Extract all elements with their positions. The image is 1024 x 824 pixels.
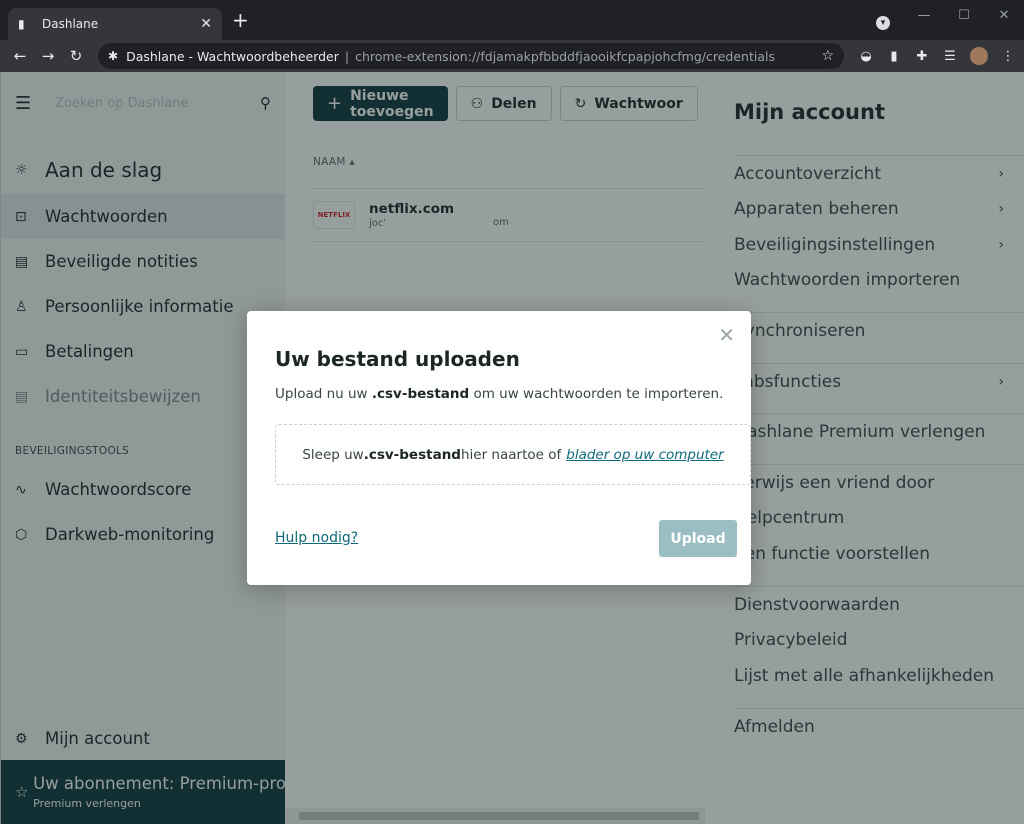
extension-icon: ✱ bbox=[108, 49, 119, 63]
puzzle-icon[interactable]: ✚ bbox=[908, 49, 936, 64]
profile-avatar[interactable] bbox=[970, 47, 988, 65]
file-dropzone[interactable]: Sleep uw .csv-bestand hier naartoe of bl… bbox=[275, 424, 751, 485]
menu-kebab-icon[interactable]: ⋮ bbox=[994, 49, 1022, 64]
extension-icons: ◒ ▮ ✚ ☰ ⋮ bbox=[852, 40, 1022, 72]
dialog-description: Upload nu uw .csv-bestand om uw wachtwoo… bbox=[275, 386, 724, 402]
url-text: chrome-extension://fdjamakpfbbddfjaooikf… bbox=[355, 48, 775, 64]
browse-computer-link[interactable]: blader op uw computer bbox=[566, 447, 723, 463]
browser-tab-bar: ▮ Dashlane ✕ + ▾ — ☐ ✕ bbox=[0, 0, 1024, 40]
back-icon[interactable]: ← bbox=[6, 47, 34, 65]
close-icon[interactable]: ✕ bbox=[718, 323, 735, 347]
forward-icon[interactable]: → bbox=[34, 47, 62, 65]
browser-toolbar: ← → ↻ ✱ Dashlane - Wachtwoordbeheerder |… bbox=[0, 40, 1024, 72]
page-title: Dashlane - Wachtwoordbeheerder bbox=[126, 48, 339, 64]
tab-search-icon[interactable]: ▾ bbox=[876, 16, 890, 30]
upload-file-dialog: ✕ Uw bestand uploaden Upload nu uw .csv-… bbox=[247, 311, 751, 585]
reload-icon[interactable]: ↻ bbox=[62, 47, 90, 65]
dashlane-extension-icon[interactable]: ▮ bbox=[880, 49, 908, 64]
upload-button[interactable]: Upload bbox=[659, 520, 737, 557]
close-tab-icon[interactable]: ✕ bbox=[200, 16, 212, 32]
dashlane-logo-icon: ▮ bbox=[18, 17, 25, 31]
window-close-icon[interactable]: ✕ bbox=[984, 8, 1024, 23]
tab-title: Dashlane bbox=[42, 17, 99, 31]
help-link[interactable]: Hulp nodig? bbox=[275, 530, 358, 546]
new-tab-icon[interactable]: + bbox=[232, 10, 249, 30]
dialog-title: Uw bestand uploaden bbox=[275, 347, 520, 371]
window-controls: — ☐ ✕ bbox=[904, 0, 1024, 30]
minimize-icon[interactable]: — bbox=[904, 8, 944, 23]
reading-list-icon[interactable]: ☰ bbox=[936, 49, 964, 64]
pocket-icon[interactable]: ◒ bbox=[852, 49, 880, 64]
bookmark-star-icon[interactable]: ☆ bbox=[821, 48, 834, 64]
url-separator: | bbox=[344, 48, 350, 64]
browser-tab[interactable]: ▮ Dashlane ✕ bbox=[8, 8, 222, 40]
address-bar[interactable]: ✱ Dashlane - Wachtwoordbeheerder | chrom… bbox=[98, 43, 844, 69]
maximize-icon[interactable]: ☐ bbox=[944, 8, 984, 23]
